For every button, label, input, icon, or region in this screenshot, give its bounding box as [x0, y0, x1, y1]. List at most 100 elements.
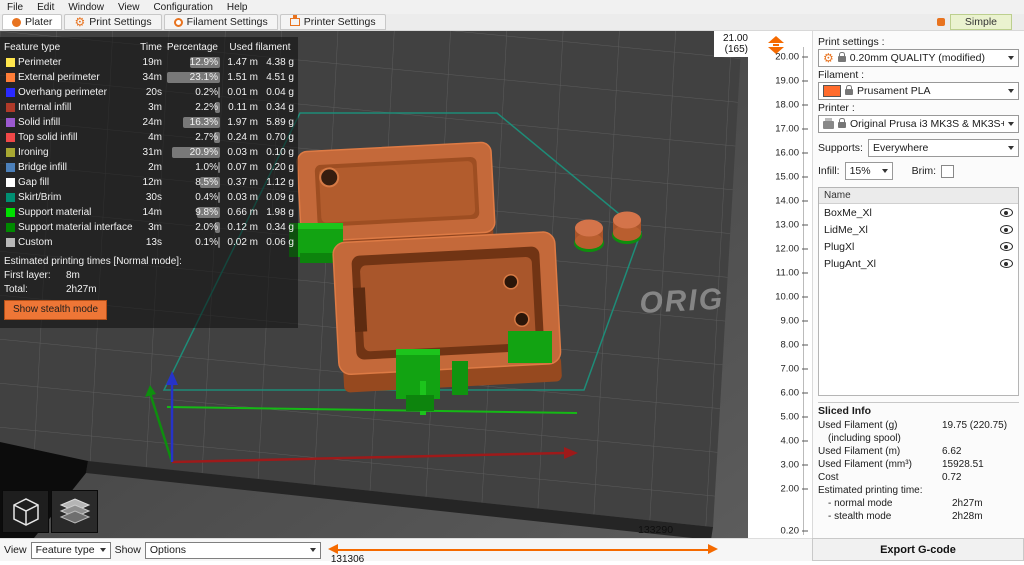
brim-label: Brim: [911, 165, 937, 177]
layer-tick: 16.00 [775, 148, 808, 159]
menu-file[interactable]: File [0, 2, 30, 13]
export-gcode-button[interactable]: Export G-code [812, 538, 1024, 561]
layer-tick: 14.00 [775, 196, 808, 207]
sliced-info-row: (including spool) [828, 433, 901, 444]
menu-help[interactable]: Help [220, 2, 255, 13]
total-label: Total: [4, 284, 28, 295]
tab-plater[interactable]: Plater [2, 14, 63, 30]
visibility-eye-icon[interactable] [1000, 259, 1013, 268]
sliced-info-row: - normal mode 2h27m [828, 498, 983, 509]
menu-view[interactable]: View [111, 2, 147, 13]
show-options-value: Options [149, 544, 187, 556]
layer-tick: 10.00 [775, 292, 808, 303]
object-list-header: Name [819, 188, 1018, 204]
filament-value: Prusament PLA [857, 85, 931, 97]
supports-combo[interactable]: Everywhere [867, 139, 1019, 157]
layer-tick: 20.00 [775, 52, 808, 63]
legend-header: Feature type Time Percentage Used filame… [4, 40, 292, 54]
visibility-eye-icon[interactable] [1000, 225, 1013, 234]
object-plugxl[interactable] [574, 219, 604, 253]
tab-filament-settings[interactable]: Filament Settings [163, 14, 278, 30]
layers-icon [59, 497, 90, 524]
current-layer-height: 21.00 [722, 33, 748, 44]
mode-switch: Simple [936, 14, 1012, 30]
view-3d-button[interactable] [2, 490, 49, 533]
legend-header-percentage: Percentage [166, 41, 218, 53]
sliced-info-row: Used Filament (g) 19.75 (220.75) [818, 420, 1008, 431]
layer-slider[interactable]: 21.00 (165) 20.00 19.00 18.00 17.00 16.00 15.… [714, 31, 812, 549]
legend-header-time: Time [140, 41, 162, 53]
bottom-bar: View Feature type Show Options 131306 [0, 538, 812, 565]
visibility-eye-icon[interactable] [1000, 208, 1013, 217]
show-options-select[interactable]: Options [144, 541, 321, 559]
tab-printer-settings[interactable]: Printer Settings [279, 14, 386, 30]
filament-combo[interactable]: Prusament PLA [818, 82, 1019, 100]
menu-configuration[interactable]: Configuration [146, 2, 219, 13]
layer-tick: 6.00 [781, 388, 808, 399]
layer-tick: 0.20 [781, 526, 808, 537]
printer-label: Printer : [818, 102, 855, 114]
layer-tick: 19.00 [775, 76, 808, 87]
object-row-lidme-xl[interactable]: LidMe_Xl [819, 221, 1018, 238]
chevron-down-icon [1008, 146, 1014, 150]
tab-bar: PlaterPrint SettingsFilament SettingsPri… [0, 14, 1024, 31]
show-stealth-mode-button[interactable]: Show stealth mode [4, 300, 108, 320]
printer-value: Original Prusa i3 MK3S & MK3S+ [850, 118, 1004, 130]
feature-color-chip [6, 133, 15, 142]
object-row-plugant-xl[interactable]: PlugAnt_Xl [819, 255, 1018, 272]
tab-print-settings[interactable]: Print Settings [64, 14, 162, 30]
object-list[interactable]: Name BoxMe_Xl LidMe_Xl PlugXl PlugAnt_Xl [818, 187, 1019, 396]
total-value: 2h27m [66, 284, 97, 295]
show-label: Show [114, 544, 141, 556]
feature-color-chip [6, 193, 15, 202]
i-printer [289, 15, 300, 26]
chevron-down-icon [1008, 122, 1014, 126]
slider-track[interactable] [336, 549, 708, 551]
menu-edit[interactable]: Edit [30, 2, 61, 13]
mode-icon [936, 18, 945, 26]
slider-right-arrow-icon[interactable] [708, 544, 718, 554]
view-type-select[interactable]: Feature type [30, 541, 111, 559]
filament-label: Filament : [818, 69, 865, 81]
object-row-boxme-xl[interactable]: BoxMe_Xl [819, 204, 1018, 221]
gear-icon: ⚙ [823, 51, 834, 65]
layer-tick: 7.00 [781, 364, 808, 375]
i-gear [74, 16, 85, 29]
layer-tick: 2.00 [781, 484, 808, 495]
print-settings-combo[interactable]: ⚙ 0.20mm QUALITY (modified) [818, 49, 1019, 67]
brim-checkbox[interactable] [941, 164, 955, 178]
chevron-down-icon [99, 548, 106, 552]
3d-viewport[interactable]: ORIG Feature type Time Percentage Used f… [0, 31, 748, 538]
legend-row: Internal infill 3m 2.2% 0.11 m 0.34 g [4, 100, 294, 115]
layer-tick: 9.00 [781, 316, 808, 327]
current-layer-readout: 21.00 (165) [714, 31, 749, 57]
feature-color-chip [6, 88, 15, 97]
first-layer-label: First layer: [4, 270, 51, 281]
layer-tick: 17.00 [775, 124, 808, 135]
feature-color-chip [6, 208, 15, 217]
lock-icon [837, 52, 846, 62]
i-plater [12, 17, 21, 27]
menu-window[interactable]: Window [61, 2, 111, 13]
chevron-down-icon [1008, 56, 1014, 60]
sliced-info-row: Used Filament (mm³) 15928.51 [818, 459, 984, 470]
legend-row: Bridge infill 2m 1.0% 0.07 m 0.20 g [4, 160, 294, 175]
infill-combo[interactable]: 15% [844, 162, 893, 180]
visibility-eye-icon[interactable] [1000, 242, 1013, 251]
print-settings-value: 0.20mm QUALITY (modified) [849, 52, 985, 64]
mode-badge-simple[interactable]: Simple [949, 14, 1012, 30]
feature-color-chip [6, 178, 15, 187]
sliced-info-row: Estimated printing time: [818, 485, 923, 496]
object-plugant-xl[interactable] [612, 211, 642, 245]
chevron-down-icon [881, 169, 888, 173]
feature-color-chip [6, 73, 15, 82]
layer-tick: 13.00 [775, 220, 808, 231]
view-preview-button[interactable] [51, 490, 98, 533]
sliced-info-row: Cost 0.72 [818, 472, 962, 483]
object-boxme-xl[interactable] [332, 231, 563, 393]
layer-tick: 18.00 [775, 100, 808, 111]
legend-row: Support material interface 3m 2.0% 0.12 m 0.… [4, 220, 294, 235]
printer-combo[interactable]: Original Prusa i3 MK3S & MK3S+ [818, 115, 1019, 133]
object-row-plugxl[interactable]: PlugXl [819, 238, 1018, 255]
gcode-move-slider[interactable]: 131306 [325, 539, 812, 565]
